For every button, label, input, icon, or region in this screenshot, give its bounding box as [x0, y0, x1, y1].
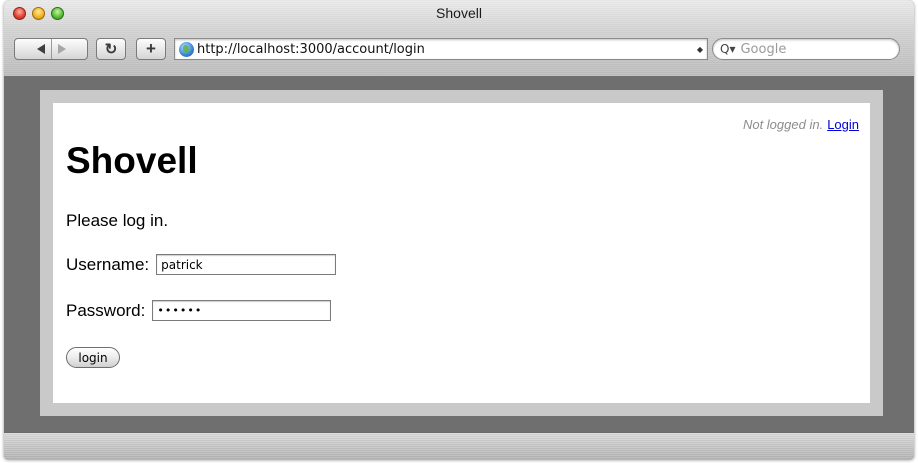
add-bookmark-button[interactable]: + — [136, 38, 166, 60]
login-status-text: Not logged in. — [742, 117, 824, 132]
login-prompt: Please log in. — [66, 211, 169, 230]
search-placeholder: Google — [740, 41, 787, 57]
reload-button[interactable]: ↻ — [96, 38, 126, 60]
login-status: Not logged in. Login — [743, 117, 859, 132]
globe-icon — [179, 41, 194, 57]
titlebar: Shovell ↻ + http://localhost:3000/accoun… — [4, 0, 914, 77]
password-row: Password: — [66, 300, 332, 321]
address-bar[interactable]: http://localhost:3000/account/login ◆ — [174, 38, 708, 60]
back-forward-buttons — [14, 38, 88, 60]
login-button[interactable]: login — [66, 347, 120, 368]
search-icon[interactable]: Q▾ — [720, 42, 735, 56]
site-title: Shovell — [66, 140, 198, 181]
window-title: Shovell — [436, 5, 482, 21]
page-frame: Not logged in. Login Shovell Please log i… — [40, 90, 883, 416]
username-field[interactable] — [156, 254, 337, 275]
login-link[interactable]: Login — [827, 117, 859, 132]
forward-arrow-icon[interactable] — [57, 44, 66, 54]
divider — [50, 39, 52, 59]
url-dropdown-icon[interactable]: ◆ — [697, 45, 703, 54]
username-label: Username: — [66, 254, 150, 274]
back-arrow-icon[interactable] — [36, 44, 45, 54]
browser-window: Shovell ↻ + http://localhost:3000/accoun… — [4, 0, 914, 459]
password-field[interactable] — [152, 300, 332, 321]
search-field[interactable]: Q▾ Google — [712, 38, 900, 60]
username-row: Username: — [66, 254, 337, 275]
page-content: Not logged in. Login Shovell Please log i… — [53, 103, 870, 403]
password-label: Password: — [66, 300, 146, 320]
status-bar — [4, 432, 914, 459]
url-text[interactable]: http://localhost:3000/account/login — [197, 42, 425, 57]
